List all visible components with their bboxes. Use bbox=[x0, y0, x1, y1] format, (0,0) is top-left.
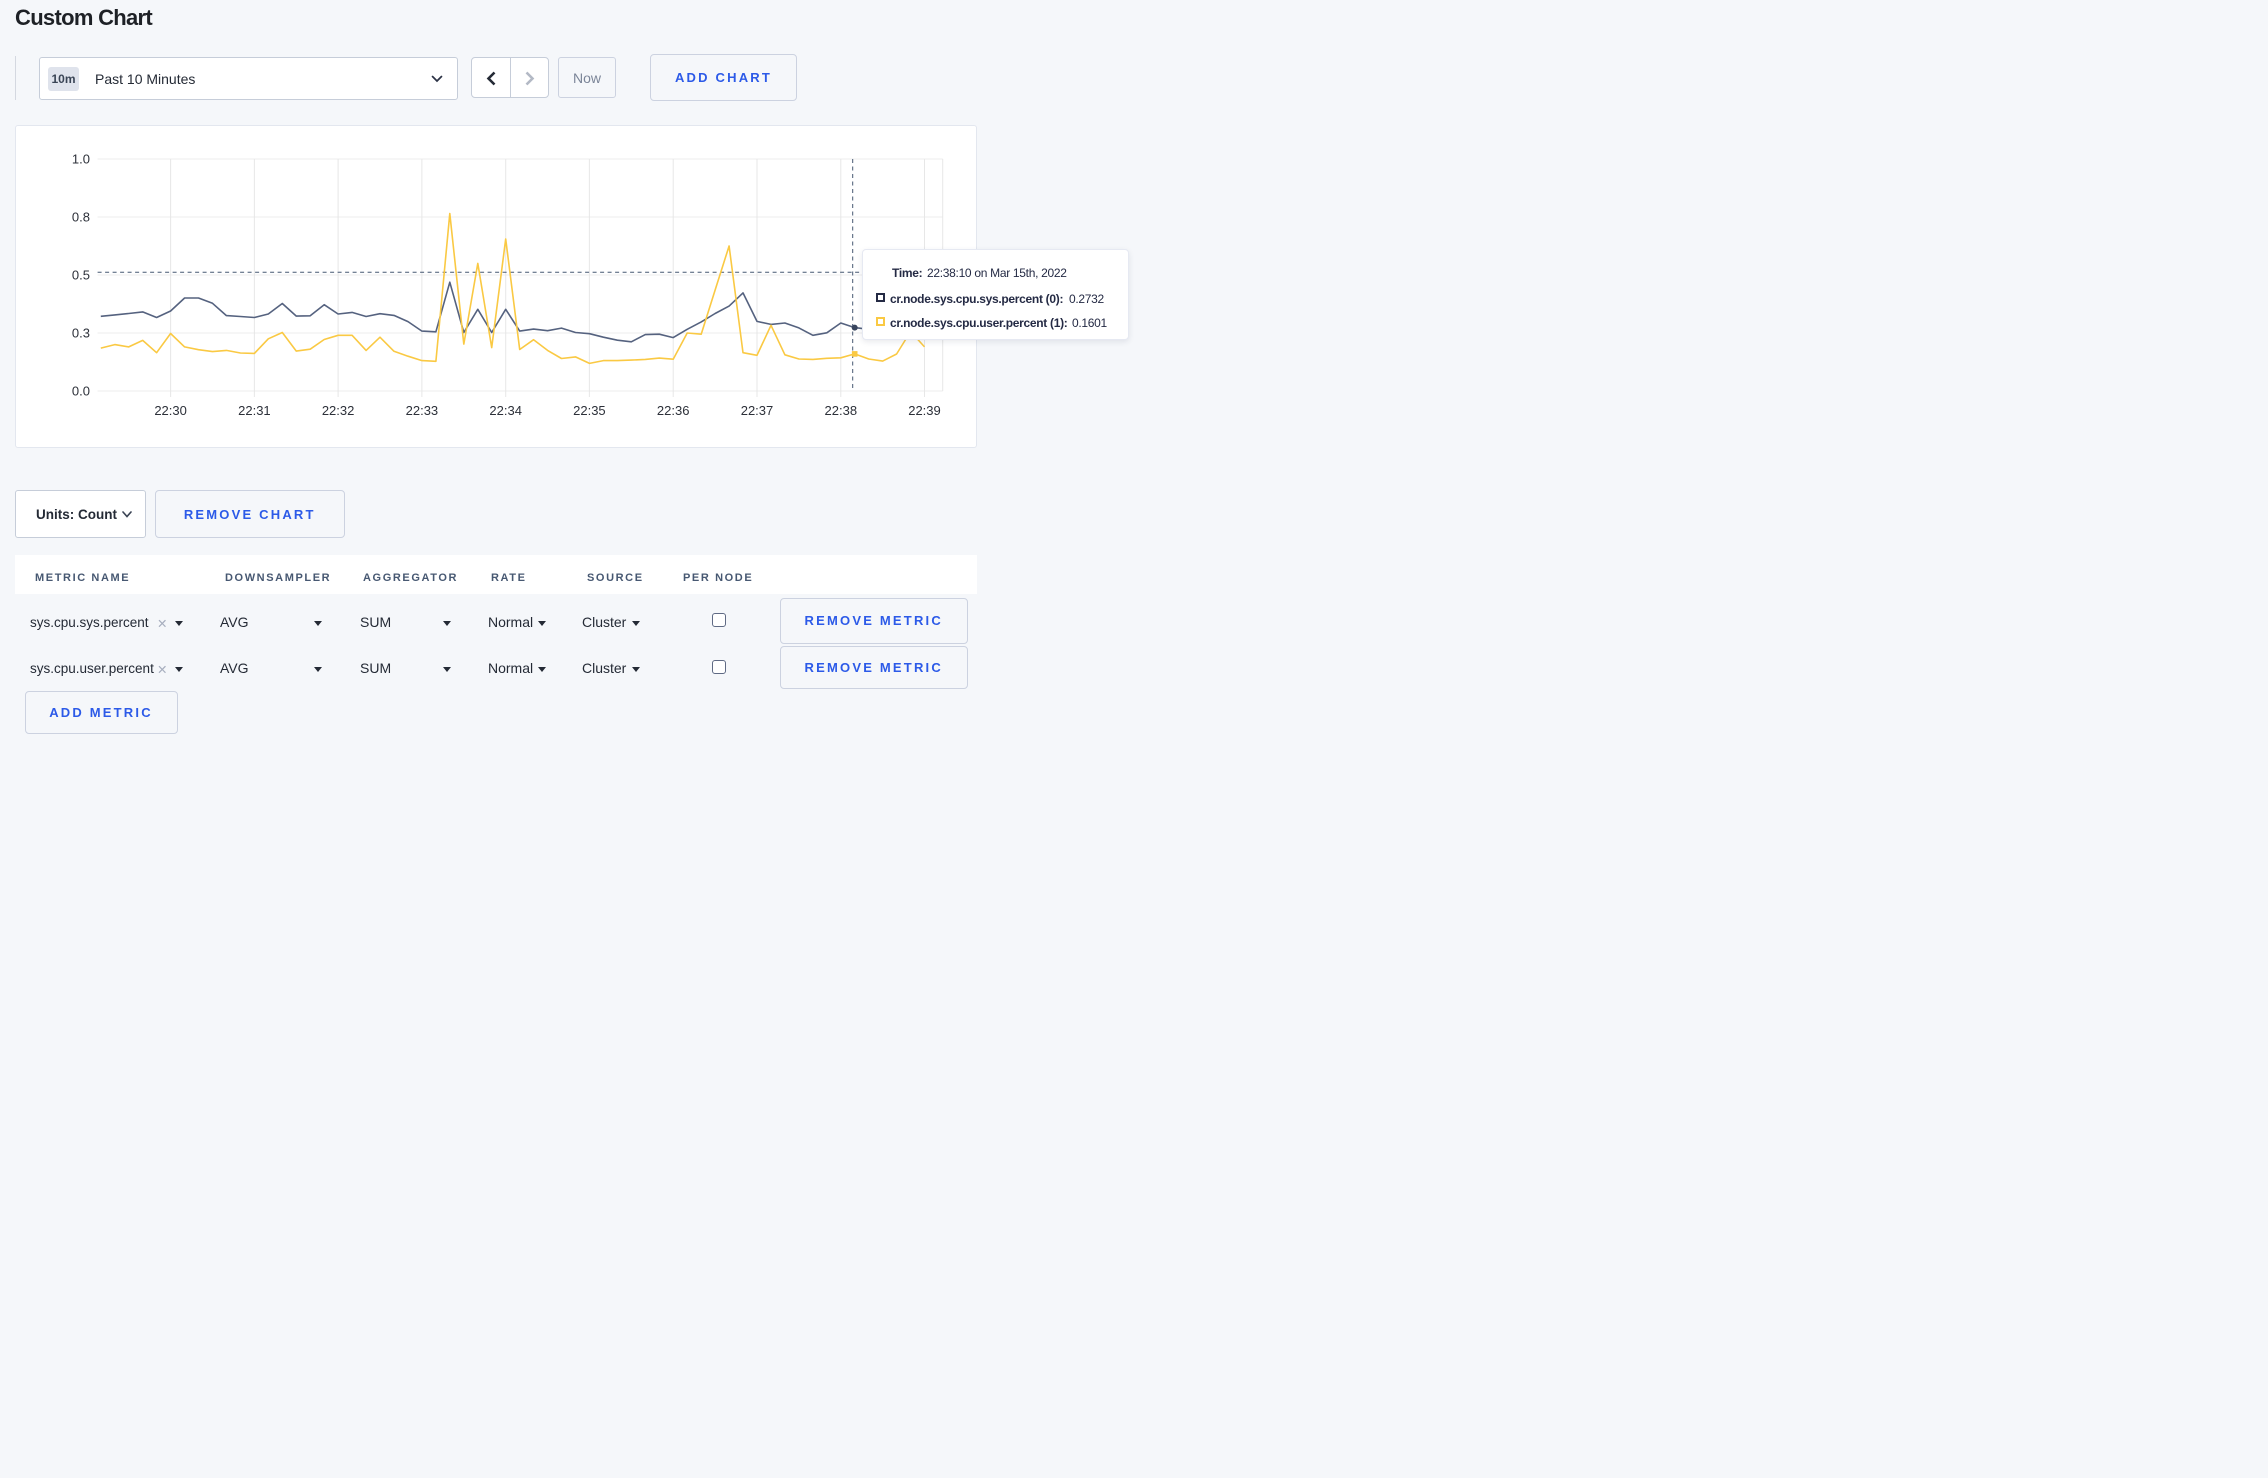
svg-text:0.3: 0.3 bbox=[72, 326, 90, 341]
svg-text:1.0: 1.0 bbox=[72, 152, 90, 167]
svg-text:22:33: 22:33 bbox=[406, 403, 439, 418]
svg-text:22:35: 22:35 bbox=[573, 403, 606, 418]
svg-text:0.0: 0.0 bbox=[72, 384, 90, 399]
svg-text:22:32: 22:32 bbox=[322, 403, 355, 418]
svg-text:0.5: 0.5 bbox=[72, 268, 90, 283]
svg-text:22:30: 22:30 bbox=[154, 403, 187, 418]
svg-text:22:34: 22:34 bbox=[489, 403, 522, 418]
svg-text:22:38: 22:38 bbox=[825, 403, 858, 418]
svg-text:22:36: 22:36 bbox=[657, 403, 690, 418]
svg-text:22:31: 22:31 bbox=[238, 403, 271, 418]
svg-text:22:37: 22:37 bbox=[741, 403, 774, 418]
svg-text:0.8: 0.8 bbox=[72, 210, 90, 225]
svg-text:22:39: 22:39 bbox=[908, 403, 941, 418]
